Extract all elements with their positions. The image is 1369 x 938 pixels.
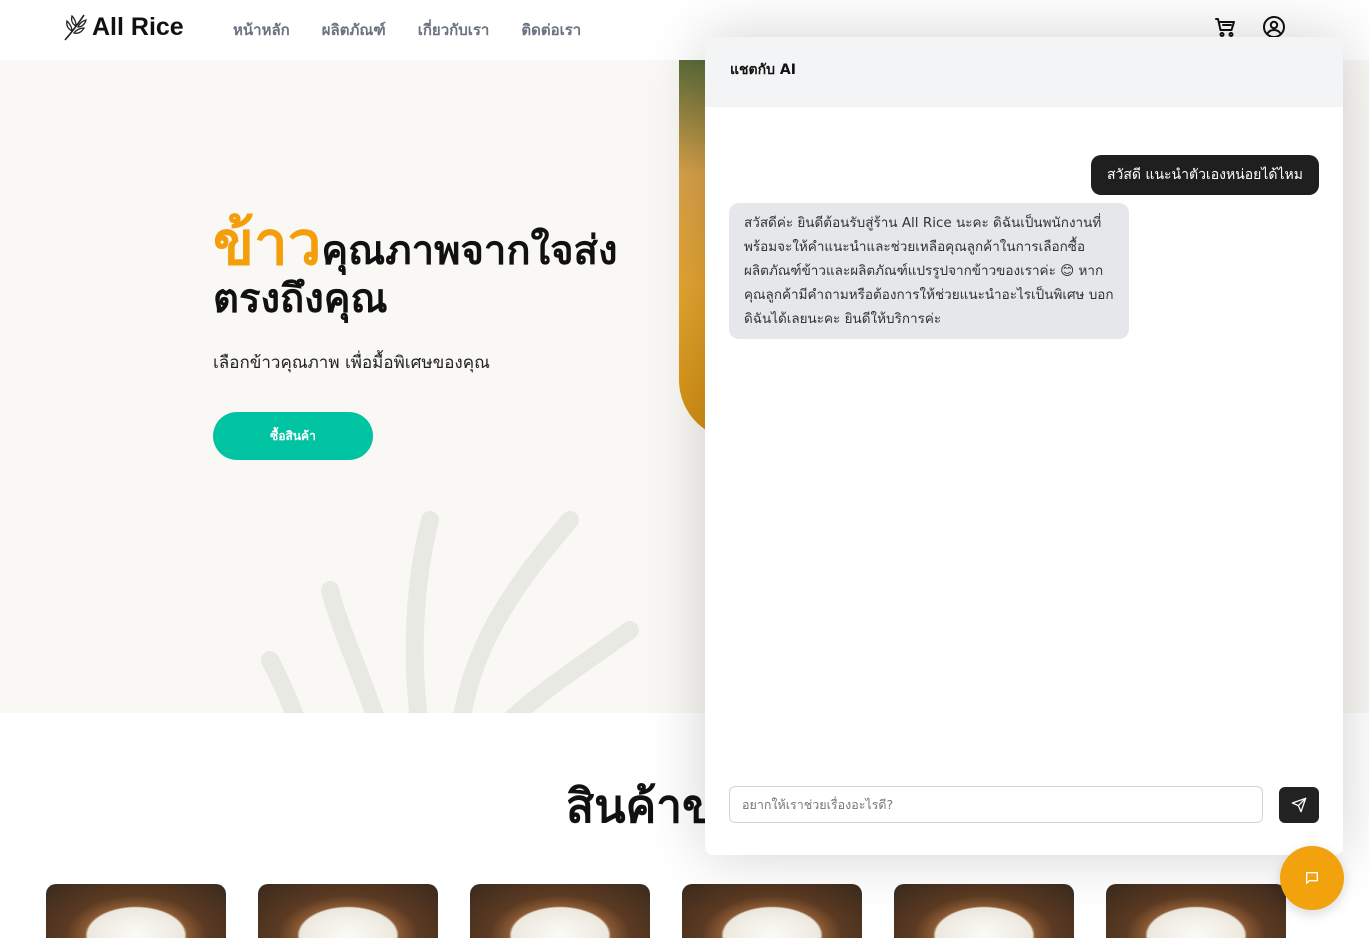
products-section-title: สินค้าข xyxy=(566,779,714,833)
buy-products-button[interactable]: ซื้อสินค้า xyxy=(213,412,373,460)
chat-toggle-button[interactable] xyxy=(1280,846,1344,910)
rice-stalk-icon xyxy=(64,14,87,41)
chat-bubble-icon xyxy=(1306,872,1318,884)
chat-title: แชตกับ AI xyxy=(730,62,796,78)
nav-item-home[interactable]: หน้าหลัก xyxy=(233,18,290,42)
product-card[interactable] xyxy=(258,884,438,938)
main-nav: หน้าหลัก ผลิตภัณฑ์ เกี่ยวกับเรา ติดต่อเร… xyxy=(233,18,581,42)
nav-item-about[interactable]: เกี่ยวกับเรา xyxy=(418,18,490,42)
ai-message-bubble: สวัสดีค่ะ ยินดีต้อนรับสู่ร้าน All Rice น… xyxy=(729,203,1129,339)
product-card[interactable] xyxy=(1106,884,1286,938)
brand-logo[interactable]: All Rice xyxy=(62,12,184,42)
send-button[interactable] xyxy=(1279,787,1319,823)
send-icon xyxy=(1291,797,1307,813)
hero-subtitle: เลือกข้าวคุณภาพ เพื่อมื้อพิเศษของคุณ xyxy=(213,353,490,373)
product-card[interactable] xyxy=(894,884,1074,938)
product-card[interactable] xyxy=(46,884,226,938)
user-circle-icon[interactable] xyxy=(1262,15,1286,39)
hero-title: ข้าวคุณภาพจากใจส่งตรงถึงคุณ xyxy=(213,214,673,323)
ai-chat-panel: แชตกับ AI สวัสดี แนะนำตัวเองหน่อยได้ไหม … xyxy=(705,37,1343,855)
product-card[interactable] xyxy=(682,884,862,938)
rice-leaf-decoration-icon xyxy=(261,511,639,713)
nav-item-contact[interactable]: ติดต่อเรา xyxy=(521,18,581,42)
chat-header: แชตกับ AI xyxy=(705,37,1343,107)
cart-icon[interactable] xyxy=(1213,15,1237,39)
user-message-bubble: สวัสดี แนะนำตัวเองหน่อยได้ไหม xyxy=(1090,155,1319,195)
product-card[interactable] xyxy=(470,884,650,938)
hero-title-accent: ข้าว xyxy=(213,209,322,279)
brand-name: All Rice xyxy=(92,12,184,41)
product-grid xyxy=(46,884,1346,938)
nav-item-products[interactable]: ผลิตภัณฑ์ xyxy=(322,18,386,42)
chat-message-input[interactable] xyxy=(729,786,1263,823)
